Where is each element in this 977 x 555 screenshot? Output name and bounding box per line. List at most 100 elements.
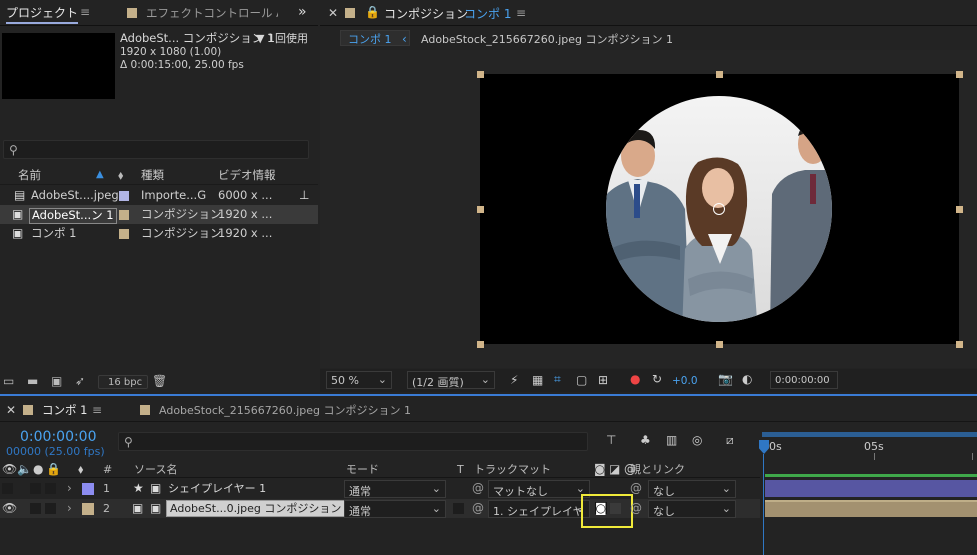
- blend-mode-select[interactable]: 通常 ⌄: [344, 480, 446, 498]
- fast-previews-icon[interactable]: ⚡: [510, 374, 518, 386]
- col-video-info[interactable]: ビデオ情報: [218, 169, 276, 182]
- layer1-duration-bar[interactable]: [765, 480, 977, 497]
- panel-menu-icon[interactable]: ≡: [92, 404, 102, 416]
- panel-menu-icon[interactable]: ≡: [80, 6, 90, 18]
- transform-handle[interactable]: [477, 71, 484, 78]
- list-item[interactable]: ▣ AdobeSt...ン 1 コンポジション 1920 x ...: [0, 205, 318, 224]
- label-color-swatch[interactable]: [119, 191, 129, 201]
- pickwhip-icon[interactable]: @: [472, 482, 484, 494]
- time-ruler[interactable]: 00s 05s: [760, 432, 977, 460]
- transform-handle[interactable]: [716, 341, 723, 348]
- expand-chevron-icon[interactable]: ›: [67, 502, 72, 514]
- resolution-select[interactable]: (1/2 画質) ⌄: [407, 371, 495, 389]
- label-tag-icon[interactable]: ⬧: [78, 463, 83, 475]
- list-item[interactable]: ▣ コンポ 1 コンポジション 1920 x ...: [0, 224, 318, 243]
- tab-project[interactable]: プロジェクト: [6, 7, 79, 24]
- frame-blending-icon[interactable]: ▥: [666, 434, 677, 446]
- close-icon[interactable]: ✕: [6, 404, 16, 416]
- exposure-value[interactable]: +0.0: [672, 376, 698, 387]
- col-name[interactable]: 名前: [18, 169, 41, 182]
- channel-rgb-icon[interactable]: ●: [630, 373, 640, 385]
- transform-handle[interactable]: [956, 71, 963, 78]
- zoom-select[interactable]: 50 % ⌄: [326, 371, 392, 389]
- motion-blur-icon[interactable]: ◎: [692, 434, 702, 446]
- lock-toggle[interactable]: [45, 503, 56, 514]
- region-of-interest-icon[interactable]: ▢: [576, 374, 587, 386]
- transform-handle[interactable]: [956, 341, 963, 348]
- comp-canvas[interactable]: [480, 74, 959, 344]
- parent-select[interactable]: なし ⌄: [648, 500, 736, 518]
- shy-layers-icon[interactable]: ♣: [640, 434, 651, 446]
- label-color-swatch[interactable]: [82, 483, 94, 495]
- new-folder-icon[interactable]: ▬: [27, 375, 38, 387]
- col-track-matte[interactable]: トラックマット: [474, 464, 551, 475]
- transform-handle[interactable]: [716, 71, 723, 78]
- show-snapshot-icon[interactable]: ◐: [742, 373, 752, 385]
- anchor-point-handle[interactable]: [713, 203, 725, 215]
- snapshot-camera-icon[interactable]: 📷: [718, 373, 733, 385]
- project-search-input[interactable]: ⚲: [3, 140, 309, 159]
- lock-toggle[interactable]: [45, 483, 56, 494]
- new-composition-icon[interactable]: ▣: [51, 375, 62, 387]
- usage-count[interactable]: ▼ 1回使用: [256, 33, 308, 44]
- comp-flowchart-icon[interactable]: ⊤: [606, 434, 616, 446]
- label-color-swatch[interactable]: [119, 210, 129, 220]
- current-time[interactable]: 0:00:00:00: [20, 430, 97, 444]
- col-source-name[interactable]: ソース名: [134, 464, 177, 475]
- layer-name[interactable]: AdobeSt...0.jpeg コンポジション 1: [166, 500, 356, 517]
- render-icon[interactable]: ➶: [75, 375, 85, 387]
- col-type[interactable]: 種類: [141, 169, 164, 182]
- solo-toggle[interactable]: [30, 503, 41, 514]
- transform-handle[interactable]: [477, 206, 484, 213]
- interpret-footage-icon[interactable]: ▭: [3, 375, 14, 387]
- track-matte-select[interactable]: 1. シェイプレイヤ ⌄: [488, 500, 590, 518]
- table-row[interactable]: › 1 ★ ▣ シェイプレイヤー 1 通常 ⌄ @ マットなし ⌄ @ なし ⌄: [0, 479, 760, 498]
- tab-effect-controls[interactable]: エフェクトコントロール A: [146, 8, 278, 20]
- parent-pickwhip-icon[interactable]: @: [630, 502, 642, 514]
- label-tag-icon[interactable]: ⬧: [118, 169, 123, 181]
- lock-icon[interactable]: 🔒: [365, 6, 380, 18]
- timeline-tab-comp1[interactable]: コンポ 1: [42, 404, 87, 417]
- col-mode[interactable]: モード: [346, 464, 379, 475]
- layer-search-input[interactable]: ⚲: [118, 432, 588, 451]
- blend-mode-select[interactable]: 通常 ⌄: [344, 500, 446, 518]
- panel-overflow-icon[interactable]: »: [298, 5, 307, 19]
- timeline-tab-stock[interactable]: AdobeStock_215667260.jpeg コンポジション 1: [159, 405, 411, 416]
- breadcrumb-next-label[interactable]: AdobeStock_215667260.jpeg コンポジション 1: [421, 34, 673, 45]
- transparency-grid-icon[interactable]: ▦: [532, 374, 543, 386]
- alpha-matte-toggle-icon[interactable]: ◙: [595, 502, 607, 514]
- comp-panel-title[interactable]: コンポジション: [384, 8, 468, 20]
- pickwhip-icon[interactable]: @: [472, 502, 484, 514]
- reset-exposure-icon[interactable]: ↻: [652, 373, 662, 385]
- preserve-transparency-toggle[interactable]: [453, 503, 464, 514]
- visibility-toggle[interactable]: [2, 483, 13, 494]
- lock-icon[interactable]: 🔒: [46, 463, 61, 475]
- parent-pickwhip-icon[interactable]: @: [630, 482, 642, 494]
- parent-select[interactable]: なし ⌄: [648, 480, 736, 498]
- trash-icon[interactable]: 🗑: [152, 375, 167, 387]
- work-area-bar[interactable]: [762, 432, 977, 437]
- panel-menu-icon[interactable]: ≡: [516, 7, 526, 19]
- list-item[interactable]: ▤ AdobeSt....jpeg Importe...G 6000 x ...: [0, 186, 318, 205]
- expand-chevron-icon[interactable]: ›: [67, 482, 72, 494]
- transform-handle[interactable]: [477, 341, 484, 348]
- video-visibility-icon[interactable]: 👁: [2, 463, 17, 475]
- layer2-duration-bar[interactable]: [765, 500, 977, 517]
- close-icon[interactable]: ✕: [328, 7, 338, 19]
- solo-icon[interactable]: ●: [33, 463, 43, 475]
- layer-name[interactable]: シェイプレイヤー 1: [168, 479, 266, 498]
- grid-guides-icon[interactable]: ⊞: [598, 374, 608, 386]
- col-parent-link[interactable]: 親とリンク: [630, 464, 685, 475]
- label-color-swatch[interactable]: [119, 229, 129, 239]
- transform-handle[interactable]: [956, 206, 963, 213]
- sort-ascending-icon[interactable]: ▲: [96, 170, 104, 180]
- track-matte-select[interactable]: マットなし ⌄: [488, 480, 590, 498]
- label-color-swatch[interactable]: [82, 503, 94, 515]
- invert-matte-toggle[interactable]: [610, 503, 621, 514]
- comp-viewer[interactable]: [320, 50, 977, 368]
- table-row[interactable]: 👁 › 2 ▣ ▣ AdobeSt...0.jpeg コンポジション 1 通常 ⌄…: [0, 494, 760, 528]
- solo-toggle[interactable]: [30, 483, 41, 494]
- graph-editor-icon[interactable]: ⧄: [726, 434, 734, 446]
- flowchart-icon[interactable]: ⊥: [299, 189, 309, 201]
- audio-icon[interactable]: 🔈: [17, 463, 32, 475]
